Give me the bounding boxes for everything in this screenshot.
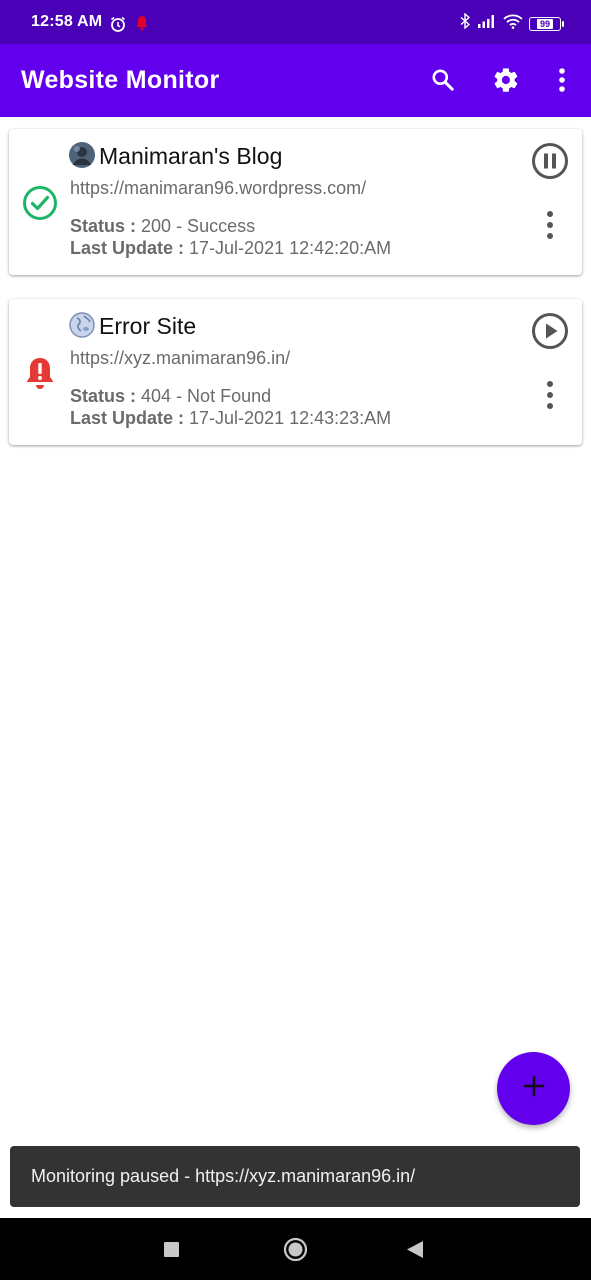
last-update-line: Last Update : 17-Jul-2021 12:43:23:AM [70, 408, 391, 429]
signal-icon [477, 14, 497, 33]
site-favicon [69, 142, 95, 168]
bluetooth-icon [459, 12, 471, 34]
app-title: Website Monitor [21, 66, 220, 94]
status-value: 404 - Not Found [141, 386, 272, 406]
site-url: https://xyz.manimaran96.in/ [70, 348, 291, 368]
add-site-button[interactable] [497, 1052, 570, 1125]
globe-favicon-icon [69, 312, 95, 338]
last-update-value: 17-Jul-2021 12:43:23:AM [189, 408, 392, 428]
app-bar: Website Monitor [0, 44, 591, 117]
status-line: Status : 404 - Not Found [70, 386, 271, 407]
card-overflow-menu-icon[interactable] [539, 377, 561, 413]
site-name: Manimaran's Blog [99, 143, 283, 169]
last-update-line: Last Update : 17-Jul-2021 12:42:20:AM [70, 238, 391, 259]
last-update-label: Last Update : [70, 238, 185, 258]
alert-bell-icon [21, 354, 59, 392]
site-card[interactable]: Manimaran's Blog https://manimaran96.wor… [9, 129, 582, 275]
back-triangle-icon[interactable] [406, 1240, 424, 1264]
site-name: Error Site [99, 313, 197, 339]
site-card[interactable]: Error Site https://xyz.manimaran96.in/ S… [9, 299, 582, 445]
settings-gear-icon[interactable] [491, 65, 521, 95]
status-line: Status : 200 - Success [70, 216, 255, 237]
overflow-menu-icon[interactable] [547, 65, 577, 95]
snackbar: Monitoring paused - https://xyz.manimara… [10, 1146, 580, 1207]
pause-circle-icon[interactable] [531, 142, 569, 180]
recents-square-icon[interactable] [164, 1242, 179, 1262]
status-label: Status : [70, 216, 137, 236]
play-circle-icon[interactable] [531, 312, 569, 350]
status-bar: 12:58 AM 99 [0, 0, 591, 44]
plus-icon [523, 1075, 545, 1102]
system-nav-bar [0, 1218, 591, 1280]
status-time: 12:58 AM [31, 13, 103, 30]
home-circle-icon[interactable] [283, 1237, 308, 1267]
check-circle-icon [21, 184, 59, 222]
status-label: Status : [70, 386, 137, 406]
battery-icon: 99 [529, 16, 564, 31]
status-value: 200 - Success [141, 216, 256, 236]
snackbar-message: Monitoring paused - https://xyz.manimara… [31, 1166, 416, 1186]
notification-bell-icon [135, 15, 149, 36]
last-update-label: Last Update : [70, 408, 185, 428]
site-url: https://manimaran96.wordpress.com/ [70, 178, 367, 198]
wifi-icon [503, 14, 523, 34]
alarm-icon [109, 15, 127, 38]
battery-level: 99 [536, 18, 553, 29]
search-icon[interactable] [428, 65, 458, 95]
card-overflow-menu-icon[interactable] [539, 207, 561, 243]
last-update-value: 17-Jul-2021 12:42:20:AM [189, 238, 392, 258]
